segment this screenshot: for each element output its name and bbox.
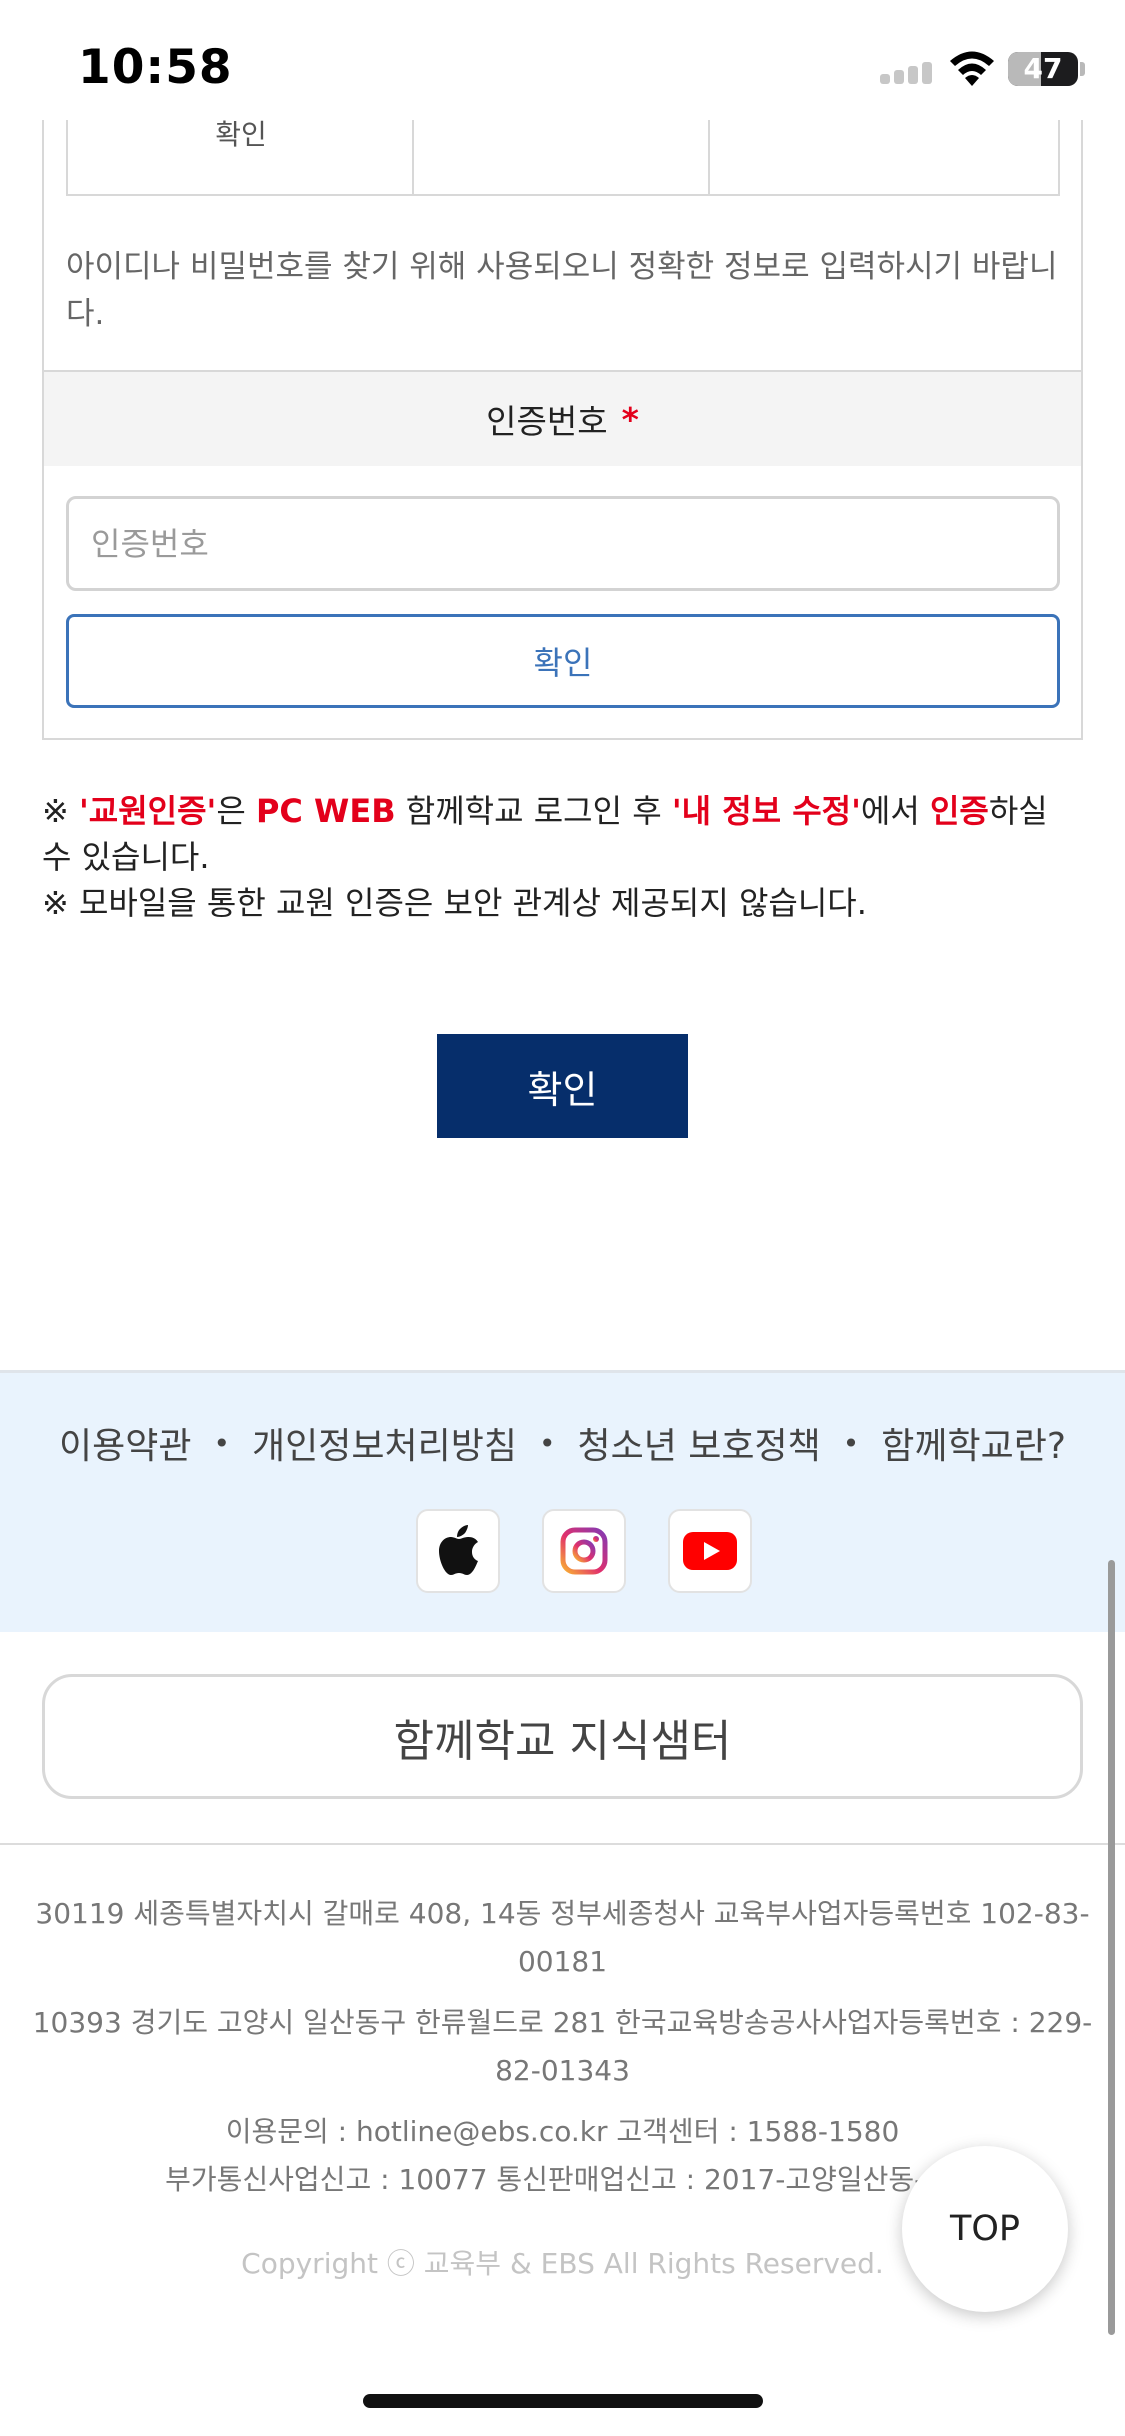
- pc-web-text: PC WEB: [255, 792, 396, 830]
- apple-icon[interactable]: [416, 1509, 500, 1593]
- notice-line-2: ※ 모바일을 통한 교원 인증은 보안 관계상 제공되지 않습니다.: [42, 884, 867, 922]
- about-link[interactable]: 함께학교란?: [881, 1417, 1066, 1469]
- teacher-auth-notice: ※ '교원인증'은 PC WEB 함께학교 로그인 후 '내 정보 수정'에서 …: [42, 788, 1082, 926]
- terms-link[interactable]: 이용약관: [59, 1417, 191, 1469]
- auth-text: 인증: [929, 792, 989, 830]
- knowledge-center-button[interactable]: 함께학교 지식샘터: [42, 1674, 1083, 1799]
- cert-confirm-button[interactable]: 확인: [66, 614, 1060, 708]
- battery-nub: [1080, 62, 1085, 76]
- footer-nav: 이용약관 • 개인정보처리방침 • 청소년 보호정책 • 함께학교란?: [0, 1417, 1125, 1469]
- link-separator: •: [842, 1426, 860, 1460]
- notice-particle: 에서: [860, 792, 920, 830]
- link-separator: •: [538, 1426, 556, 1460]
- notice-mid-text: 함께학교 로그인 후: [405, 792, 662, 830]
- notice-particle: 은: [216, 792, 246, 830]
- contact-info: 이용문의 : hotline@ebs.co.kr 고객센터 : 1588-158…: [225, 2115, 900, 2148]
- footer-divider: [0, 1843, 1125, 1845]
- address-ebs: 10393 경기도 고양시 일산동구 한류월드로 281 한국교육방송공사사업자…: [32, 2006, 1093, 2087]
- my-info-text: '내 정보 수정': [671, 792, 861, 830]
- table-cell[interactable]: [414, 120, 710, 194]
- battery-percent: 47: [1023, 52, 1063, 85]
- home-indicator[interactable]: [363, 2394, 763, 2408]
- link-separator: •: [213, 1426, 230, 1460]
- instagram-icon[interactable]: [542, 1509, 626, 1593]
- youth-policy-link[interactable]: 청소년 보호정책: [577, 1417, 820, 1469]
- confirm-button[interactable]: 확인: [437, 1034, 688, 1138]
- notice-mark: ※: [42, 792, 69, 830]
- notice-line-1: ※ '교원인증'은 PC WEB 함께학교 로그인 후 '내 정보 수정'에서 …: [42, 788, 1082, 880]
- scroll-top-button[interactable]: TOP: [902, 2146, 1068, 2312]
- cert-number-header: 인증번호 *: [44, 370, 1081, 466]
- footer-links-section: 이용약관 • 개인정보처리방침 • 청소년 보호정책 • 함께학교란?: [0, 1370, 1125, 1632]
- required-mark: *: [621, 399, 639, 439]
- cert-number-label: 인증번호: [486, 402, 608, 441]
- hint-text: 아이디나 비밀번호를 찾기 위해 사용되오니 정확한 정보로 입력하시기 바랍니…: [66, 249, 1058, 332]
- privacy-policy-link[interactable]: 개인정보처리방침: [252, 1417, 517, 1469]
- cert-number-input[interactable]: [66, 496, 1060, 591]
- verification-method-table: 확인: [66, 120, 1060, 196]
- teacher-auth-text: '교원인증': [78, 792, 217, 830]
- youtube-icon[interactable]: [668, 1509, 752, 1593]
- battery-icon: 47: [1008, 52, 1078, 86]
- scrollbar[interactable]: [1108, 1560, 1115, 2335]
- address-ministry: 30119 세종특별자치시 갈매로 408, 14동 정부세종청사 교육부사업자…: [35, 1897, 1090, 1978]
- table-cell-label: 확인: [215, 118, 267, 151]
- status-time: 10:58: [78, 40, 233, 95]
- wifi-icon: [948, 48, 996, 88]
- cellular-signal-icon: [880, 62, 936, 84]
